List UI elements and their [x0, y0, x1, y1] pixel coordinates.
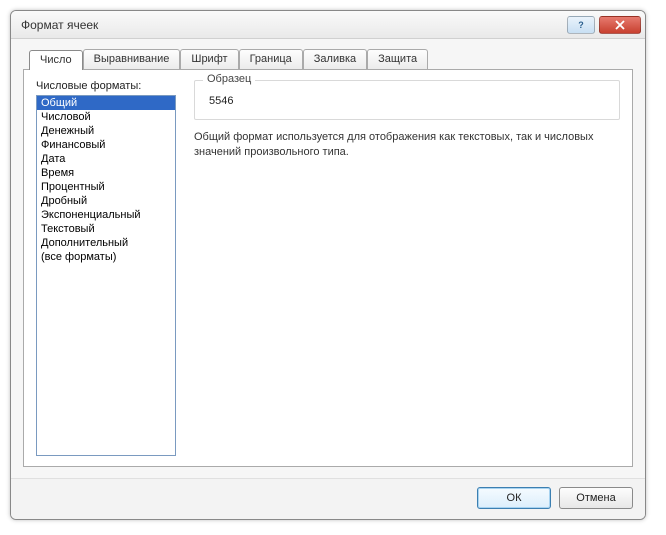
tab-2[interactable]: Шрифт	[180, 49, 238, 69]
ok-button[interactable]: ОК	[477, 487, 551, 509]
tab-3[interactable]: Граница	[239, 49, 303, 69]
tab-panel-number: Числовые форматы: ОбщийЧисловойДенежныйФ…	[23, 69, 633, 467]
list-item[interactable]: Время	[37, 166, 175, 180]
list-item[interactable]: Общий	[37, 96, 175, 110]
sample-group: Образец 5546	[194, 80, 620, 120]
tab-4[interactable]: Заливка	[303, 49, 367, 69]
list-item[interactable]: Денежный	[37, 124, 175, 138]
list-item[interactable]: (все форматы)	[37, 250, 175, 264]
tab-1[interactable]: Выравнивание	[83, 49, 181, 69]
dialog-body: ЧислоВыравниваниеШрифтГраницаЗаливкаЗащи…	[11, 39, 645, 478]
titlebar: Формат ячеек ?	[11, 11, 645, 39]
svg-text:?: ?	[578, 20, 584, 30]
dialog-window: Формат ячеек ? ЧислоВыравниваниеШрифтГра…	[10, 10, 646, 520]
sample-value: 5546	[205, 93, 609, 109]
list-item[interactable]: Дата	[37, 152, 175, 166]
list-item[interactable]: Процентный	[37, 180, 175, 194]
tab-0[interactable]: Число	[29, 50, 83, 70]
close-button[interactable]	[599, 16, 641, 34]
right-column: Образец 5546 Общий формат используется д…	[194, 80, 620, 456]
list-item[interactable]: Дробный	[37, 194, 175, 208]
tab-5[interactable]: Защита	[367, 49, 428, 69]
tab-strip: ЧислоВыравниваниеШрифтГраницаЗаливкаЗащи…	[29, 49, 633, 69]
help-icon: ?	[576, 20, 586, 30]
format-description: Общий формат используется для отображени…	[194, 130, 620, 160]
window-title: Формат ячеек	[21, 18, 563, 32]
help-button[interactable]: ?	[567, 16, 595, 34]
dialog-footer: ОК Отмена	[11, 478, 645, 519]
list-item[interactable]: Текстовый	[37, 222, 175, 236]
list-item[interactable]: Финансовый	[37, 138, 175, 152]
list-item[interactable]: Дополнительный	[37, 236, 175, 250]
list-item[interactable]: Числовой	[37, 110, 175, 124]
formats-label: Числовые форматы:	[36, 80, 176, 92]
format-listbox[interactable]: ОбщийЧисловойДенежныйФинансовыйДатаВремя…	[36, 95, 176, 456]
left-column: Числовые форматы: ОбщийЧисловойДенежныйФ…	[36, 80, 176, 456]
cancel-button[interactable]: Отмена	[559, 487, 633, 509]
sample-label: Образец	[203, 73, 255, 85]
close-icon	[614, 20, 626, 30]
list-item[interactable]: Экспоненциальный	[37, 208, 175, 222]
